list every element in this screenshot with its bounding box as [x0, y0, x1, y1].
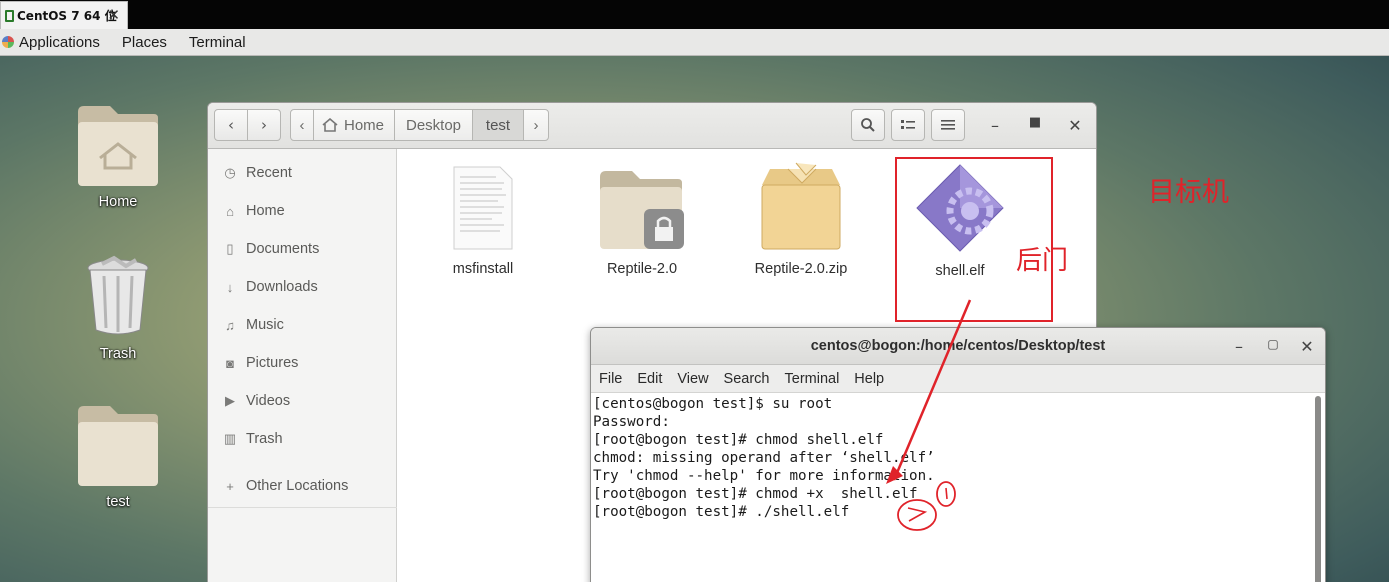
arrow-head	[886, 466, 903, 484]
annotation-arrow	[892, 299, 972, 481]
annotation-overlay	[886, 157, 1053, 531]
step-mark-2	[897, 499, 937, 531]
backdoor-label: 后门	[1016, 246, 1069, 276]
target-machine-label: 目标机	[1148, 177, 1229, 208]
